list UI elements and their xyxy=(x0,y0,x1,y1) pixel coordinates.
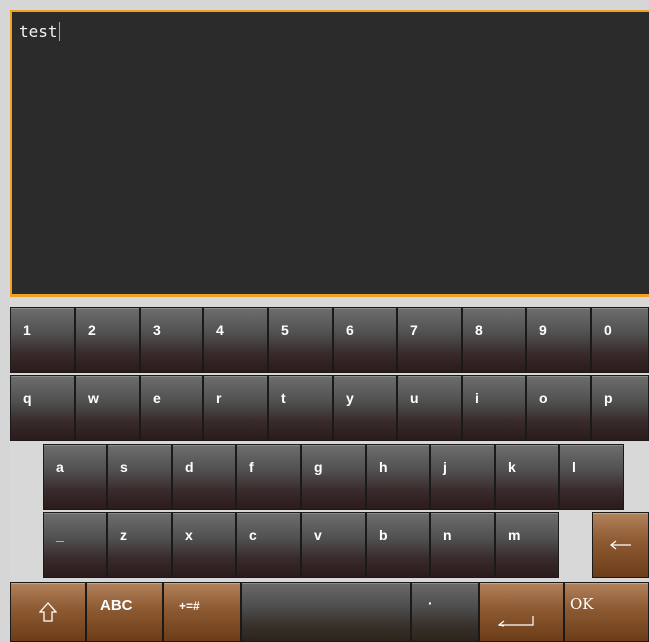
key-label: y xyxy=(346,390,354,406)
backspace-arrow-icon xyxy=(609,540,632,550)
key-label: +=# xyxy=(179,599,200,613)
key-2[interactable]: 2 xyxy=(75,307,140,373)
key-label: d xyxy=(185,459,194,475)
key-label: r xyxy=(216,390,222,406)
key-h[interactable]: h xyxy=(366,444,430,510)
dot-key[interactable]: · xyxy=(411,582,479,642)
virtual-keyboard-window: test 1 2 3 4 5 6 7 8 9 0 q w e r t y u i… xyxy=(0,0,649,642)
key-label: p xyxy=(604,390,613,406)
symbols-mode-key[interactable]: +=# xyxy=(163,582,241,642)
key-label: 0 xyxy=(604,322,612,338)
key-label: s xyxy=(120,459,128,475)
ok-key[interactable]: OK xyxy=(564,582,649,642)
key-label: m xyxy=(508,527,521,543)
space-key[interactable] xyxy=(241,582,411,642)
key-label: 1 xyxy=(23,322,31,338)
key-n[interactable]: n xyxy=(430,512,495,578)
key-label: j xyxy=(443,459,447,475)
key-label: b xyxy=(379,527,388,543)
key-l[interactable]: l xyxy=(559,444,624,510)
key-t[interactable]: t xyxy=(268,375,333,441)
key-b[interactable]: b xyxy=(366,512,430,578)
key-label: v xyxy=(314,527,322,543)
key-label: o xyxy=(539,390,548,406)
key-q[interactable]: q xyxy=(10,375,75,441)
key-e[interactable]: e xyxy=(140,375,203,441)
key-y[interactable]: y xyxy=(333,375,397,441)
backspace-key[interactable] xyxy=(592,512,649,578)
text-caret xyxy=(58,22,60,41)
key-label: f xyxy=(249,459,254,475)
keyboard-panel: 1 2 3 4 5 6 7 8 9 0 q w e r t y u i o p … xyxy=(10,297,649,642)
enter-key[interactable] xyxy=(479,582,564,642)
key-v[interactable]: v xyxy=(301,512,366,578)
key-label: w xyxy=(88,390,99,406)
shift-arrow-icon xyxy=(39,602,57,622)
key-underscore[interactable]: _ xyxy=(43,512,107,578)
key-p[interactable]: p xyxy=(591,375,649,441)
key-label: 7 xyxy=(410,322,418,338)
key-u[interactable]: u xyxy=(397,375,462,441)
enter-icon xyxy=(497,615,534,627)
key-label: ABC xyxy=(100,597,133,614)
key-5[interactable]: 5 xyxy=(268,307,333,373)
editor-content: test xyxy=(19,22,60,42)
key-label: 5 xyxy=(281,322,289,338)
key-label: 4 xyxy=(216,322,224,338)
key-8[interactable]: 8 xyxy=(462,307,526,373)
key-9[interactable]: 9 xyxy=(526,307,591,373)
key-s[interactable]: s xyxy=(107,444,172,510)
editor-text: test xyxy=(19,22,58,41)
key-r[interactable]: r xyxy=(203,375,268,441)
key-f[interactable]: f xyxy=(236,444,301,510)
key-label: 3 xyxy=(153,322,161,338)
key-k[interactable]: k xyxy=(495,444,559,510)
key-j[interactable]: j xyxy=(430,444,495,510)
key-label: OK xyxy=(570,595,594,613)
key-d[interactable]: d xyxy=(172,444,236,510)
key-x[interactable]: x xyxy=(172,512,236,578)
key-label: k xyxy=(508,459,516,475)
key-label: a xyxy=(56,459,64,475)
key-label: n xyxy=(443,527,452,543)
key-label: g xyxy=(314,459,323,475)
key-g[interactable]: g xyxy=(301,444,366,510)
key-m[interactable]: m xyxy=(495,512,559,578)
key-w[interactable]: w xyxy=(75,375,140,441)
key-label: c xyxy=(249,527,257,543)
key-label: u xyxy=(410,390,419,406)
key-z[interactable]: z xyxy=(107,512,172,578)
key-label: q xyxy=(23,390,32,406)
key-label: 6 xyxy=(346,322,354,338)
key-4[interactable]: 4 xyxy=(203,307,268,373)
key-0[interactable]: 0 xyxy=(591,307,649,373)
key-label: · xyxy=(428,595,433,611)
key-label: _ xyxy=(56,527,64,543)
key-label: 2 xyxy=(88,322,96,338)
key-6[interactable]: 6 xyxy=(333,307,397,373)
key-1[interactable]: 1 xyxy=(10,307,75,373)
key-c[interactable]: c xyxy=(236,512,301,578)
key-i[interactable]: i xyxy=(462,375,526,441)
key-label: 9 xyxy=(539,322,547,338)
key-a[interactable]: a xyxy=(43,444,107,510)
key-o[interactable]: o xyxy=(526,375,591,441)
abc-mode-key[interactable]: ABC xyxy=(86,582,163,642)
key-label: i xyxy=(475,390,479,406)
text-input-area[interactable]: test xyxy=(10,10,649,294)
key-label: t xyxy=(281,390,286,406)
key-label: e xyxy=(153,390,161,406)
key-label: h xyxy=(379,459,388,475)
shift-key[interactable] xyxy=(10,582,86,642)
key-label: z xyxy=(120,527,127,543)
key-label: 8 xyxy=(475,322,483,338)
key-3[interactable]: 3 xyxy=(140,307,203,373)
key-label: x xyxy=(185,527,193,543)
key-label: l xyxy=(572,459,576,475)
key-7[interactable]: 7 xyxy=(397,307,462,373)
